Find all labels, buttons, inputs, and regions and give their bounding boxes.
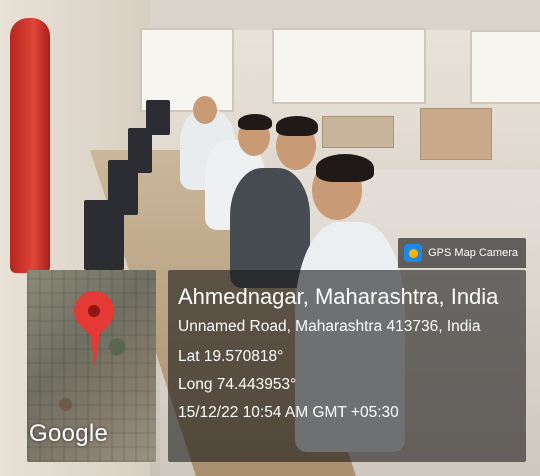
gps-badge: GPS Map Camera bbox=[398, 238, 526, 268]
student-hair bbox=[316, 154, 374, 182]
gps-badge-label: GPS Map Camera bbox=[428, 247, 518, 259]
computer-monitor bbox=[146, 100, 170, 135]
fire-extinguisher bbox=[10, 18, 50, 273]
gps-camera-icon bbox=[404, 244, 423, 262]
location-info-panel: Ahmednagar, Maharashtra, India Unnamed R… bbox=[168, 270, 526, 462]
longitude: Long 74.443953° bbox=[178, 376, 297, 393]
window bbox=[272, 28, 426, 104]
photo-frame: Google GPS Map Camera Ahmednagar, Mahara… bbox=[0, 0, 540, 476]
address: Unnamed Road, Maharashtra 413736, India bbox=[178, 318, 481, 335]
map-pin-center bbox=[88, 305, 100, 317]
student-head bbox=[193, 96, 217, 124]
location-map: Google bbox=[27, 270, 156, 462]
student-hair bbox=[238, 114, 272, 130]
google-attribution: Google bbox=[29, 420, 109, 447]
back-table bbox=[420, 108, 492, 160]
student-hair bbox=[276, 116, 318, 136]
latitude: Lat 19.570818° bbox=[178, 348, 284, 365]
place-name: Ahmednagar, Maharashtra, India bbox=[178, 284, 499, 309]
back-table bbox=[322, 116, 394, 148]
timestamp: 15/12/22 10:54 AM GMT +05:30 bbox=[178, 404, 399, 421]
map-pin-tail bbox=[89, 325, 101, 367]
window bbox=[470, 30, 540, 104]
